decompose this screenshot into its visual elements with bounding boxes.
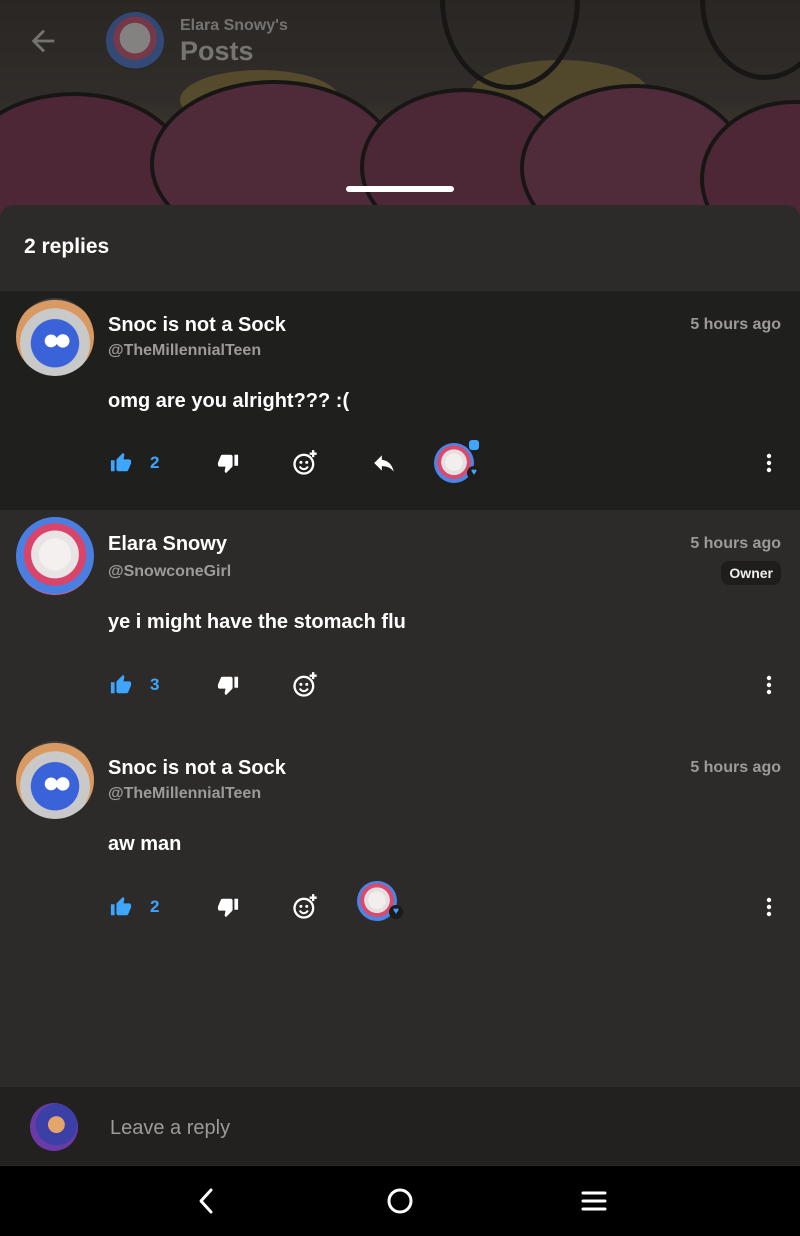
comment-handle: @TheMillennialTeen [108, 342, 262, 359]
comment-text: aw man [108, 833, 182, 855]
comment-time: 5 hours ago [690, 759, 781, 776]
reaction-badge [469, 440, 479, 450]
back-arrow-icon[interactable] [26, 24, 60, 58]
reply-input[interactable] [108, 1113, 712, 1143]
more-vertical-icon[interactable] [757, 887, 781, 927]
comment-author[interactable]: Snoc is not a Sock [108, 314, 286, 337]
sonic-avatar[interactable] [16, 741, 94, 819]
heart-badge-icon: ♥ [389, 905, 403, 919]
comment-time: 5 hours ago [690, 316, 781, 333]
thumbs-down-icon[interactable] [215, 887, 241, 927]
thumbs-up-icon[interactable] [108, 443, 134, 483]
current-user-avatar [30, 1103, 78, 1151]
like-count: 3 [150, 675, 160, 694]
comment-author[interactable]: Snoc is not a Sock [108, 757, 286, 780]
comment-handle: @TheMillennialTeen [108, 785, 262, 802]
header-avatar[interactable] [106, 12, 164, 70]
sheet-drag-handle[interactable] [346, 186, 454, 192]
like-count: 2 [150, 453, 160, 472]
replies-count-title: 2 replies [24, 235, 110, 258]
thumbs-up-icon[interactable] [108, 665, 134, 705]
nav-home-icon[interactable] [382, 1183, 418, 1219]
sheet-header: 2 replies [0, 205, 800, 292]
reply-arrow-icon[interactable] [370, 443, 398, 483]
header-title: Posts [180, 36, 254, 66]
heart-badge-icon: ♥ [467, 466, 481, 480]
system-nav-bar [0, 1166, 800, 1236]
comment-actions: 3 [0, 665, 800, 705]
comment-text: omg are you alright??? :( [108, 390, 350, 412]
comment-item: Snoc is not a Sock @TheMillennialTeen 5 … [0, 292, 800, 510]
thumbs-up-icon[interactable] [108, 887, 134, 927]
more-vertical-icon[interactable] [757, 443, 781, 483]
like-count: 2 [150, 897, 160, 916]
add-reaction-icon[interactable] [290, 665, 320, 705]
replies-sheet: 2 replies Snoc is not a Sock @TheMillenn… [0, 205, 800, 1165]
sonic-avatar[interactable] [16, 298, 94, 376]
nav-back-icon[interactable] [188, 1183, 224, 1219]
reply-bar [0, 1087, 800, 1165]
thumbs-down-icon[interactable] [215, 443, 241, 483]
thumbs-down-icon[interactable] [215, 665, 241, 705]
comment-handle: @SnowconeGirl [108, 563, 232, 580]
comment-time: 5 hours ago [690, 535, 781, 552]
top-app-bar: Elara Snowy's Posts [0, 0, 800, 84]
add-reaction-icon[interactable] [290, 443, 320, 483]
comment-actions: 2 ♥ [0, 881, 800, 927]
comment-author[interactable]: Elara Snowy [108, 533, 227, 556]
nav-menu-icon[interactable] [576, 1183, 612, 1219]
comment-actions: 2 ♥ [0, 440, 800, 483]
header-subtitle: Elara Snowy's [180, 17, 288, 34]
elara-avatar[interactable] [16, 517, 94, 595]
more-vertical-icon[interactable] [757, 665, 781, 705]
owner-badge: Owner [721, 561, 781, 585]
comment-item: Snoc is not a Sock @TheMillennialTeen 5 … [0, 735, 800, 955]
add-reaction-icon[interactable] [290, 887, 320, 927]
comment-text: ye i might have the stomach flu [108, 611, 406, 633]
comment-item: Elara Snowy @SnowconeGirl 5 hours ago Ow… [0, 511, 800, 731]
